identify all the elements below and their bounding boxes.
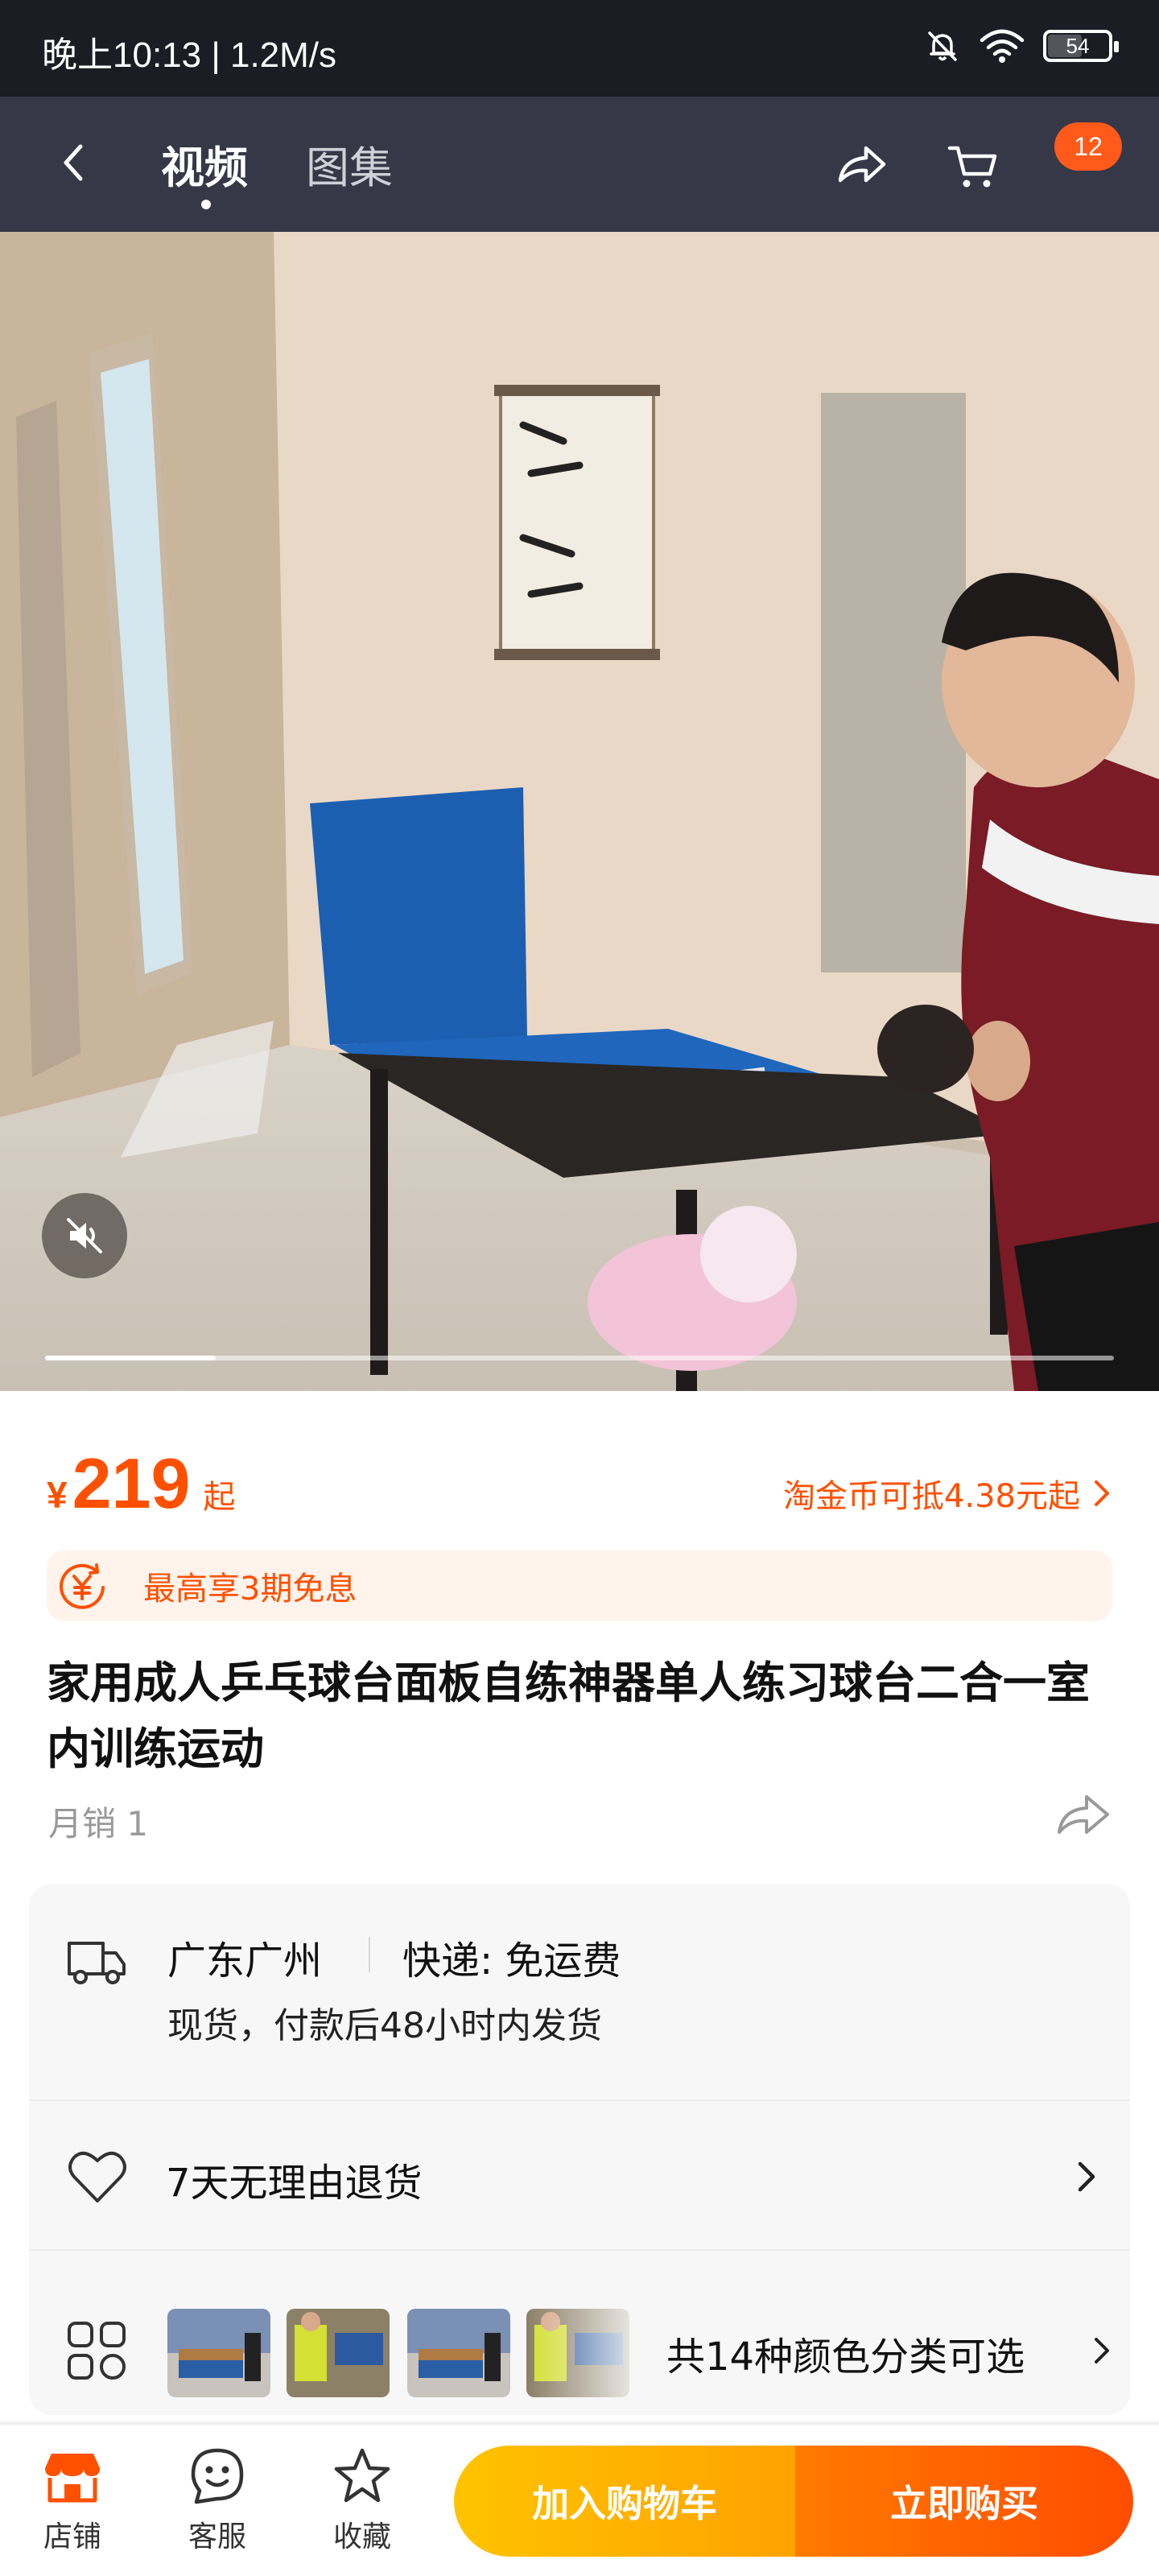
customer-service-button[interactable]: 客服 bbox=[169, 2444, 266, 2555]
active-tab-indicator bbox=[201, 200, 211, 209]
chevron-right-icon bbox=[1095, 1480, 1109, 1506]
delivery-truck-icon bbox=[68, 1942, 126, 1984]
status-time: 晚上10:13 | 1.2M/s bbox=[42, 35, 337, 75]
variant-thumbnail[interactable] bbox=[407, 2309, 510, 2397]
return-policy-row[interactable]: 7天无理由退货 bbox=[29, 2101, 1130, 2249]
chevron-right-icon bbox=[1078, 2161, 1095, 2192]
video-frame bbox=[0, 232, 1159, 1391]
share-icon[interactable] bbox=[1053, 1785, 1114, 1847]
chevron-right-icon bbox=[1095, 2338, 1109, 2363]
shipping-row[interactable]: 广东广州 快递: 免运费 现货，付款后48小时内发货 bbox=[29, 1884, 1130, 2099]
price-value: 219 bbox=[72, 1443, 191, 1523]
top-nav: 视频 图集 12 bbox=[0, 97, 1159, 232]
store-icon bbox=[45, 2454, 100, 2503]
store-button[interactable]: 店铺 bbox=[24, 2444, 121, 2555]
tab-gallery[interactable]: 图集 bbox=[306, 132, 393, 196]
coin-deduct-text: 淘金币可抵4.38元起 bbox=[782, 1478, 1080, 1515]
mute-button[interactable] bbox=[42, 1193, 127, 1278]
heart-icon bbox=[68, 2151, 126, 2202]
return-policy-text: 7天无理由退货 bbox=[166, 2161, 423, 2206]
add-to-cart-button[interactable]: 加入购物车 bbox=[454, 2446, 795, 2557]
variant-count-text: 共14种颜色分类可选 bbox=[666, 2334, 1025, 2380]
star-icon bbox=[334, 2448, 390, 2503]
cart-icon[interactable] bbox=[945, 138, 1001, 195]
video-progress-bar[interactable] bbox=[45, 1356, 1114, 1360]
battery-level: 54 bbox=[1066, 33, 1090, 58]
favorite-button[interactable]: 收藏 bbox=[314, 2444, 410, 2555]
monthly-sales: 月销 1 bbox=[48, 1804, 149, 1843]
shipping-note: 现货，付款后48小时内发货 bbox=[167, 2005, 602, 2046]
share-icon[interactable] bbox=[834, 138, 890, 195]
ship-from-location: 广东广州 bbox=[167, 1938, 323, 1984]
tab-video[interactable]: 视频 bbox=[161, 132, 248, 196]
price: ¥ 219 起 bbox=[47, 1443, 235, 1525]
divider bbox=[369, 1937, 370, 1972]
variant-thumbnail[interactable] bbox=[287, 2309, 390, 2397]
yen-circle-icon bbox=[60, 1563, 105, 1609]
grid-icon bbox=[68, 2322, 126, 2380]
bell-off-icon bbox=[928, 31, 957, 61]
price-suffix: 起 bbox=[203, 1479, 236, 1516]
product-video[interactable] bbox=[0, 232, 1159, 1391]
mute-icon bbox=[67, 1218, 102, 1253]
buy-now-button[interactable]: 立即购买 bbox=[795, 2446, 1133, 2557]
variant-thumbnail[interactable] bbox=[167, 2309, 270, 2397]
battery-icon: 54 bbox=[1043, 30, 1119, 62]
video-progress-fill bbox=[45, 1356, 217, 1360]
shipping-method: 快递: 免运费 bbox=[402, 1938, 621, 1984]
status-icons: 54 bbox=[924, 27, 1119, 64]
service-info-card: 广东广州 快递: 免运费 现货，付款后48小时内发货 7天无理由退货 共14种颜… bbox=[29, 1884, 1130, 2415]
chat-face-icon bbox=[191, 2448, 244, 2504]
installment-text: 最高享3期免息 bbox=[143, 1571, 357, 1608]
cart-count-badge[interactable]: 12 bbox=[1054, 122, 1122, 171]
customer-service-label: 客服 bbox=[188, 2520, 246, 2553]
thumbnail-fade bbox=[528, 2299, 649, 2412]
installment-banner[interactable]: 最高享3期免息 bbox=[47, 1550, 1112, 1621]
variant-selector-row[interactable]: 共14种颜色分类可选 bbox=[29, 2251, 1130, 2415]
coin-deduct-link[interactable]: 淘金币可抵4.38元起 bbox=[783, 1470, 1112, 1517]
favorite-label: 收藏 bbox=[332, 2520, 391, 2553]
wifi-icon bbox=[980, 29, 1025, 63]
product-title: 家用成人乒乓球台面板自练神器单人练习球台二合一室内训练运动 bbox=[47, 1657, 1090, 1774]
store-label: 店铺 bbox=[43, 2520, 101, 2553]
back-icon[interactable] bbox=[50, 138, 98, 187]
price-currency: ¥ bbox=[47, 1474, 68, 1516]
bottom-action-bar: 店铺 客服 收藏 加入购物车 立即购买 bbox=[0, 2423, 1159, 2576]
status-bar: 晚上10:13 | 1.2M/s 54 bbox=[0, 0, 1159, 97]
